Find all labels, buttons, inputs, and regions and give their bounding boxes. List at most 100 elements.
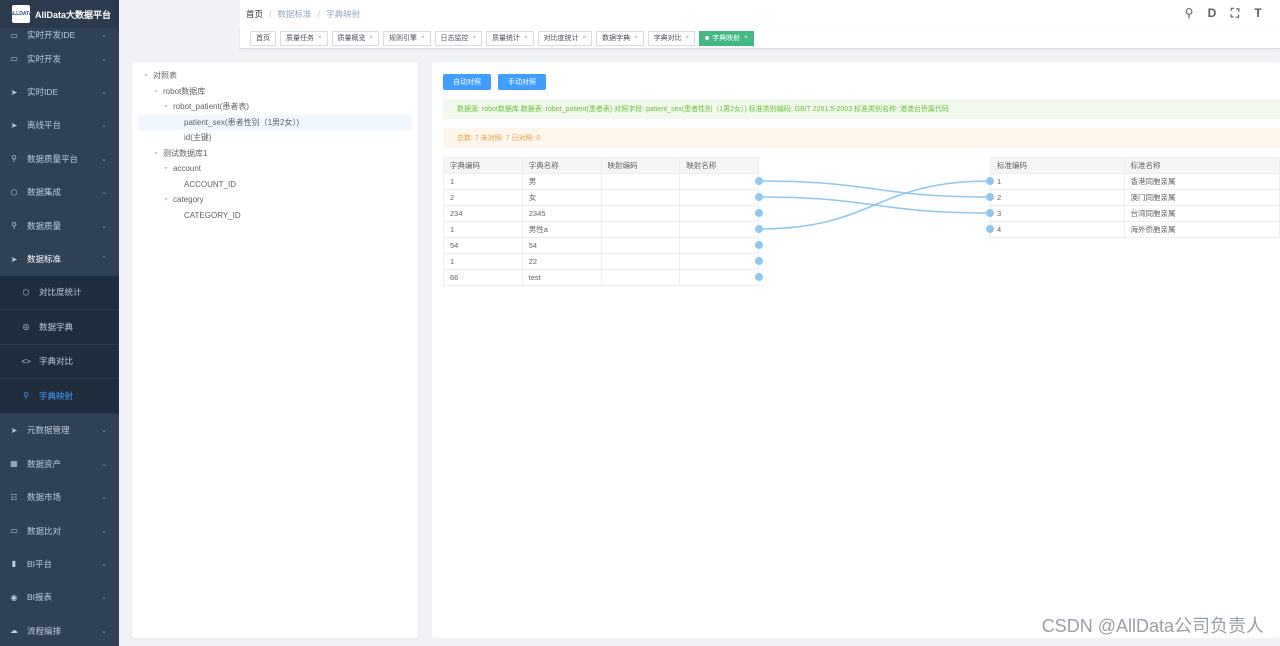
tag-6[interactable]: 对比度统计 × [537,30,593,46]
table-row[interactable]: 3 台湾同胞亲属 [990,205,1280,222]
table-row[interactable]: 1 22 [443,253,759,270]
tag-4[interactable]: 日志监控 × [434,30,483,46]
sidebar-item-after-6[interactable]: ☁ 流程编排 ⌄ [0,614,119,646]
tree-node-field[interactable]: CATEGORY_ID [132,208,418,224]
close-icon[interactable]: × [421,35,425,41]
tree-node-field[interactable]: id(主键) [132,130,418,146]
sidebar-item-label: 字典对比 [39,356,74,367]
tree-node-field-selected[interactable]: patient_sex(患者性别（1男2女）) [138,114,412,130]
table-row[interactable]: 1男 [443,173,759,190]
table-row[interactable]: 1 男性a [443,221,759,238]
column-header: 映射名称 [679,157,759,174]
chevron-down-icon: ⌄ [101,594,107,602]
table-cell: 香港同胞亲属 [1123,173,1280,190]
table-cell: 54 [521,237,602,254]
sidebar-item-3[interactable]: ➤ 离线平台 ⌄ [0,109,119,142]
tree-node-table[interactable]: ▾ account [132,161,418,177]
sidebar: ALLDATA AllData大数据平台 ▭ 实时开发IDE ⌄ ▭ 实时开发 ⌄ ➤ 实时I… [0,0,119,646]
menu-icon: ➤ [10,425,18,435]
sidebar-item-after-4[interactable]: ▮ BI平台 ⌄ [0,547,119,580]
table-row[interactable]: 2女 [443,189,759,206]
tree-node-db[interactable]: ▾ robot数据库 [132,84,418,100]
sidebar-item-2[interactable]: ➤ 实时IDE ⌄ [0,75,119,108]
manual-map-button[interactable]: 手动对照 [498,74,546,90]
watermark: CSDN @AllData公司负责人 [1041,616,1264,636]
tag-active[interactable]: 字典映射 × [699,30,754,46]
close-icon[interactable]: × [473,35,477,41]
tree-node-table[interactable]: ▾ robot_patient(患者表) [132,99,418,115]
menu-icon: ▭ [10,526,18,536]
table-row[interactable]: 1 香港同胞亲属 [990,173,1280,190]
tree-node-db[interactable]: ▾ 测试数据库1 [132,146,418,162]
table-row[interactable]: 4 海外侨胞亲属 [990,221,1280,238]
column-header: 映射编码 [600,157,681,174]
mapping-link[interactable] [758,180,991,230]
table-row[interactable]: 54 54 [443,237,759,254]
sidebar-item-label: 数据标准 [27,254,62,265]
close-icon[interactable]: × [318,35,322,41]
sidebar-item-after-3[interactable]: ▭ 数据比对 ⌄ [0,514,119,547]
sidebar-item-sub-2[interactable]: <> 字典对比 [0,344,119,380]
sidebar-item-after-5[interactable]: ◉ BI报表 ⌄ [0,581,119,614]
tag-label: 质量统计 [492,35,521,42]
sidebar-item-7[interactable]: ➤ 数据标准 ⌃ [0,242,119,275]
sidebar-item-label: 数据质量平台 [27,153,79,164]
chevron-down-icon: ⌄ [101,494,107,502]
standard-table: 标准编码 标准名称 1 香港同胞亲属 2 澳门同胞亲属 3 台湾同胞亲属 4 海外侨胞亲属 [990,157,1280,238]
sidebar-item-0[interactable]: ▭ 实时开发IDE ⌄ [0,28,119,42]
tag-label: 首页 [256,35,270,42]
font-size-icon[interactable]: T [1252,6,1264,21]
tag-8[interactable]: 字典对比 × [647,30,696,46]
sidebar-item-sub-0[interactable]: ⬡ 对比度统计 [0,275,119,311]
table-cell: test [521,269,602,286]
close-icon[interactable]: × [744,35,748,41]
sidebar-item-after-2[interactable]: ☷ 数据市场 ⌄ [0,481,119,514]
sidebar-item-after-0[interactable]: ➤ 元数据管理 ⌄ [0,414,119,447]
navbar-tools: ⚲ D ⛶ T [1183,6,1264,21]
sidebar-item-5[interactable]: ⬡ 数据集成 ⌄ [0,176,119,209]
sidebar-item-after-1[interactable]: ▦ 数据资产 ⌄ [0,447,119,480]
close-icon[interactable]: × [686,35,690,41]
close-icon[interactable]: × [634,35,638,41]
breadcrumb-home[interactable]: 首页 [246,8,263,20]
tree-node-table[interactable]: ▾ category [132,192,418,208]
auto-map-button[interactable]: 自动对照 [443,74,491,90]
table-cell: 66 [443,269,523,286]
chevron-down-icon: ⌄ [101,460,107,468]
tag-1[interactable]: 质量任务 × [280,30,328,46]
close-icon[interactable]: × [370,35,374,41]
mapping-link[interactable] [758,196,991,214]
chevron-up-icon: ⌃ [101,256,107,264]
search-icon[interactable]: ⚲ [1183,6,1195,21]
tree-node-root[interactable]: ▾ 对照表 [132,68,418,84]
tag-7[interactable]: 数据字典 × [596,30,644,46]
menu-icon: ▮ [11,559,17,569]
sidebar-item-6[interactable]: ⚲ 数据质量 ⌄ [0,209,119,242]
dictionary-table: 字典编码 字典名称 映射编码 映射名称 1 男 2 女 234 2345 1 男性a 54 54 1 22 6… [443,157,759,286]
table-cell: 4 [990,221,1125,238]
close-icon[interactable]: × [524,35,528,41]
menu-icon: ➤ [10,120,18,130]
sidebar-item-label: 数据集成 [27,187,62,198]
sidebar-item-1[interactable]: ▭ 实时开发 ⌄ [0,42,119,75]
sidebar-item-sub-1[interactable]: ◎ 数据字典 [0,310,119,345]
tag-5[interactable]: 质量统计 × [486,30,534,46]
tag-0[interactable]: 首页 [250,30,276,46]
logo[interactable]: ALLDATA AllData大数据平台 [0,0,119,28]
tag-3[interactable]: 规则引擎 × [383,30,431,46]
table-row[interactable]: 2 澳门同胞亲属 [990,189,1280,206]
mapping-link[interactable] [758,180,991,198]
table-row[interactable]: 234 2345 [443,205,759,222]
sidebar-item-4[interactable]: ⚲ 数据质量平台 ⌄ [0,142,119,175]
mapping-links [755,177,994,281]
docs-icon[interactable]: D [1206,6,1218,21]
sidebar-item-sub-3[interactable]: ⚲ 字典映射 [0,379,119,414]
fullscreen-icon[interactable]: ⛶ [1229,6,1241,21]
close-icon[interactable]: × [583,35,587,41]
table-row[interactable]: 66 test [443,269,759,286]
tag-2[interactable]: 质量概览 × [331,30,380,46]
table-cell [679,269,759,286]
tree-node-field[interactable]: ACCOUNT_ID [132,177,418,193]
menu-icon: ⬡ [10,187,18,197]
column-header: 字典编码 [443,157,523,174]
